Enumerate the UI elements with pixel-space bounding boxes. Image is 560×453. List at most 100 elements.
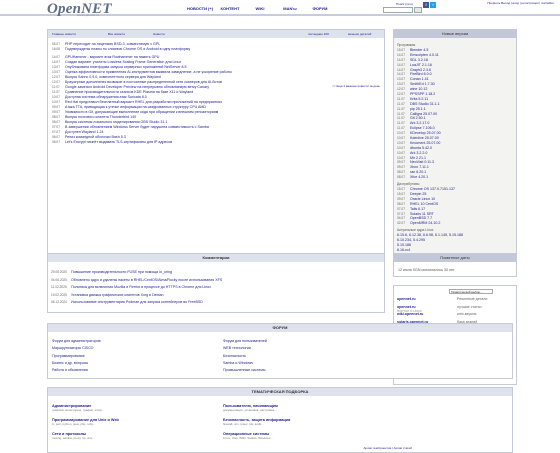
news-title[interactable]: Уязвимости в Git, допускающие выполнение…: [65, 110, 218, 114]
version-title[interactable]: KDevelop 25.07.00: [410, 131, 441, 135]
forum-link[interactable]: Безопасность: [223, 353, 383, 360]
news-title[interactable]: Создан вариант утилиты Lossless Scaling …: [65, 60, 181, 64]
nav-man[interactable]: MAN'ы: [275, 6, 305, 11]
version-title[interactable]: ran 6.20.1: [410, 170, 426, 174]
version-title[interactable]: Oracle Linux 10: [410, 197, 435, 201]
comment-title[interactable]: Использование инструментария Podman для …: [71, 300, 203, 304]
site-link[interactable]: wiki.opennet.ru: [397, 312, 423, 316]
version-title[interactable]: Kdenlive 25.07.00: [410, 136, 439, 140]
search-input[interactable]: [383, 7, 413, 13]
version-title[interactable]: Xfce 4.20.1: [410, 175, 428, 179]
version-title[interactable]: 5.15.186: [397, 243, 411, 247]
news-title[interactable]: Выпуск системы локального моделирования …: [65, 120, 167, 124]
comment-date: 11.02.2025: [51, 285, 67, 289]
account-links[interactable]: Профиль Выход | вход | регистрация | rss…: [487, 1, 554, 5]
site-category[interactable]: лучшие статьи: [457, 305, 482, 309]
news-title[interactable]: Доступна система обнаружения атак Surica…: [65, 95, 147, 99]
news-title[interactable]: Google заменил Android Developer Preview…: [65, 85, 209, 89]
search-button[interactable]: [414, 7, 422, 13]
version-title[interactable]: SDL 3.2.18: [410, 58, 428, 62]
forum-link[interactable]: Маршрутизаторы CISCO: [52, 345, 212, 352]
version-title[interactable]: Calligra 25.07.00: [410, 112, 437, 116]
version-title[interactable]: Git 2.50.1: [410, 116, 426, 120]
version-title[interactable]: Solaris 11 SRT: [410, 212, 434, 216]
news-title[interactable]: Выпуск Sabnc 0.9.0, компонентного сервер…: [65, 75, 161, 79]
nav-news[interactable]: НОВОСТИ (+): [185, 6, 215, 11]
nav-wiki[interactable]: WIKI: [245, 6, 275, 11]
version-title[interactable]: 6.15.6, 6.12.38, 6.6.98, 6.1.145, 5.15.1…: [397, 233, 463, 237]
version-title[interactable]: OpenBSD 7.7: [410, 216, 432, 220]
version-title[interactable]: 6.10.234, 5.4.295: [397, 238, 425, 242]
news-title[interactable]: Релиз командной оболочки Bash 5.3: [65, 135, 126, 139]
comment-title[interactable]: Повышение производительности FUSE при по…: [71, 270, 172, 274]
tab-last-100[interactable]: последние 100: [308, 32, 329, 36]
tab-main-news[interactable]: Главные новости: [52, 32, 76, 36]
version-title[interactable]: RHEL 10 CentOS: [410, 202, 438, 206]
site-category[interactable]: web-версия: [457, 312, 476, 316]
news-title[interactable]: Браузерные дополнения возвожат в постоян…: [65, 80, 222, 84]
news-title[interactable]: Выпуск почтового клиента Thunderbird 140: [65, 115, 136, 119]
forum-link[interactable]: WEB технологии: [223, 345, 383, 352]
version-title[interactable]: Conan 1.41: [410, 77, 429, 81]
news-title[interactable]: В завершении обновлением Windows Server …: [65, 125, 209, 129]
forum-link[interactable]: Бизнес и др. вопросы: [52, 360, 212, 367]
version-title[interactable]: LuaJIT 2.1.16: [410, 63, 432, 67]
nav-content[interactable]: КОНТЕНТ: [215, 6, 245, 11]
news-title[interactable]: Сравнение производительности сеансов KDE…: [65, 90, 193, 94]
twitter-icon[interactable]: t: [430, 2, 436, 8]
comment-title[interactable]: Политика для включения Mozilla и Firefox…: [71, 285, 211, 289]
forum-link[interactable]: Работа и объявления: [52, 367, 212, 374]
version-title[interactable]: Eclipse 7.106.0: [410, 126, 435, 130]
news-title[interactable]: Доступен Wayland 1.24: [65, 130, 104, 134]
version-title[interactable]: Krita 5.2.11: [410, 97, 428, 101]
news-title[interactable]: Атака TTA, приводящая к утечке информаци…: [65, 105, 206, 109]
memorable-dates-text[interactable]: 12 июля SGN исполнилось 30 лет: [398, 268, 455, 272]
version-title[interactable]: Emscripten 4.0.11: [410, 53, 439, 57]
thematic-cell: Пользователю, начинающим документация, ус…: [223, 404, 393, 412]
forum-link[interactable]: Программирование: [52, 353, 212, 360]
forum-link[interactable]: Samba и Windows: [223, 360, 383, 367]
version-title[interactable]: Mir 2.21.1: [410, 156, 426, 160]
version-title[interactable]: Deepin 25: [410, 192, 426, 196]
version-title[interactable]: SmithEd 1.7.30: [410, 82, 435, 86]
tab-all-news[interactable]: Все новости: [108, 32, 125, 36]
comment-title[interactable]: Обновлено ядро и удалены пакеты в RHEL/C…: [71, 278, 222, 282]
news-title[interactable]: Опубликована платформа запуска серверных…: [65, 65, 187, 69]
thematic-archive-link[interactable]: Архив тем/проектов | Архив статей: [363, 446, 412, 450]
site-category[interactable]: Решенные детали: [457, 297, 487, 301]
version-title[interactable]: Ark 3.2.2.0: [410, 151, 427, 155]
version-title[interactable]: 6.16-rc4: [397, 248, 410, 252]
version-title[interactable]: Tails 6.17: [410, 207, 425, 211]
forum-link[interactable]: Форум для администраторов: [52, 338, 212, 345]
news-title[interactable]: Let's Encrypt начнёт выдавать TLS-сертиф…: [65, 140, 172, 144]
news-title[interactable]: Оценка эффективности применения AI-инстр…: [65, 70, 232, 74]
comment-title[interactable]: Установка движка графических клиентов Xo…: [71, 293, 163, 297]
tab-less-details[interactable]: меньше деталей: [348, 32, 371, 36]
nav-forum[interactable]: ФОРУМ: [305, 6, 335, 11]
version-title[interactable]: pip 25.1.1: [410, 107, 426, 111]
version-title[interactable]: Kmoment 25.07.00: [410, 141, 440, 145]
version-title[interactable]: PPSSPP 1.18.2: [410, 92, 435, 96]
version-title[interactable]: dbunta 5.42.0: [410, 146, 432, 150]
version-title[interactable]: OpenMRM 24.10.2: [410, 221, 440, 225]
version-title[interactable]: Graph3 2.3.6: [410, 68, 431, 72]
version-title[interactable]: DBS Studio 31.1.1: [410, 102, 440, 106]
forum-link[interactable]: Промышленные системы: [223, 367, 383, 374]
news-title[interactable]: Подтверждены планы по слиянию Chrome OS …: [65, 47, 190, 51]
topic-select[interactable]: Тематический выбор...: [449, 289, 493, 294]
news-more-link[interactable]: << Ещё 2 важные новости за день: [332, 84, 380, 88]
version-title[interactable]: Ark 3.2.17.0: [410, 121, 429, 125]
news-title[interactable]: GPUHammer - вариант атак Rowhammer на па…: [65, 55, 159, 59]
version-title[interactable]: Chrome OS 137.0.7151.137: [410, 187, 455, 191]
version-title[interactable]: Blender 4.5: [410, 48, 428, 52]
tab-news[interactable]: Новости: [153, 32, 165, 36]
version-title[interactable]: wine 10.12: [410, 87, 427, 91]
site-link[interactable]: opennet.ru: [397, 297, 416, 301]
version-title[interactable]: FireBird 6.0.0: [410, 72, 432, 76]
news-title[interactable]: PHP переходит на лицензию BSD-3, совмест…: [65, 42, 160, 46]
news-title[interactable]: Red Hat представил бесплатный вариант RH…: [65, 100, 222, 104]
forum-link[interactable]: Форум для пользователей: [223, 338, 383, 345]
facebook-icon[interactable]: f: [423, 2, 429, 8]
version-title[interactable]: Xbox 7.11.1: [410, 165, 429, 169]
version-title[interactable]: NeoVisit 0.11.3: [410, 160, 434, 164]
